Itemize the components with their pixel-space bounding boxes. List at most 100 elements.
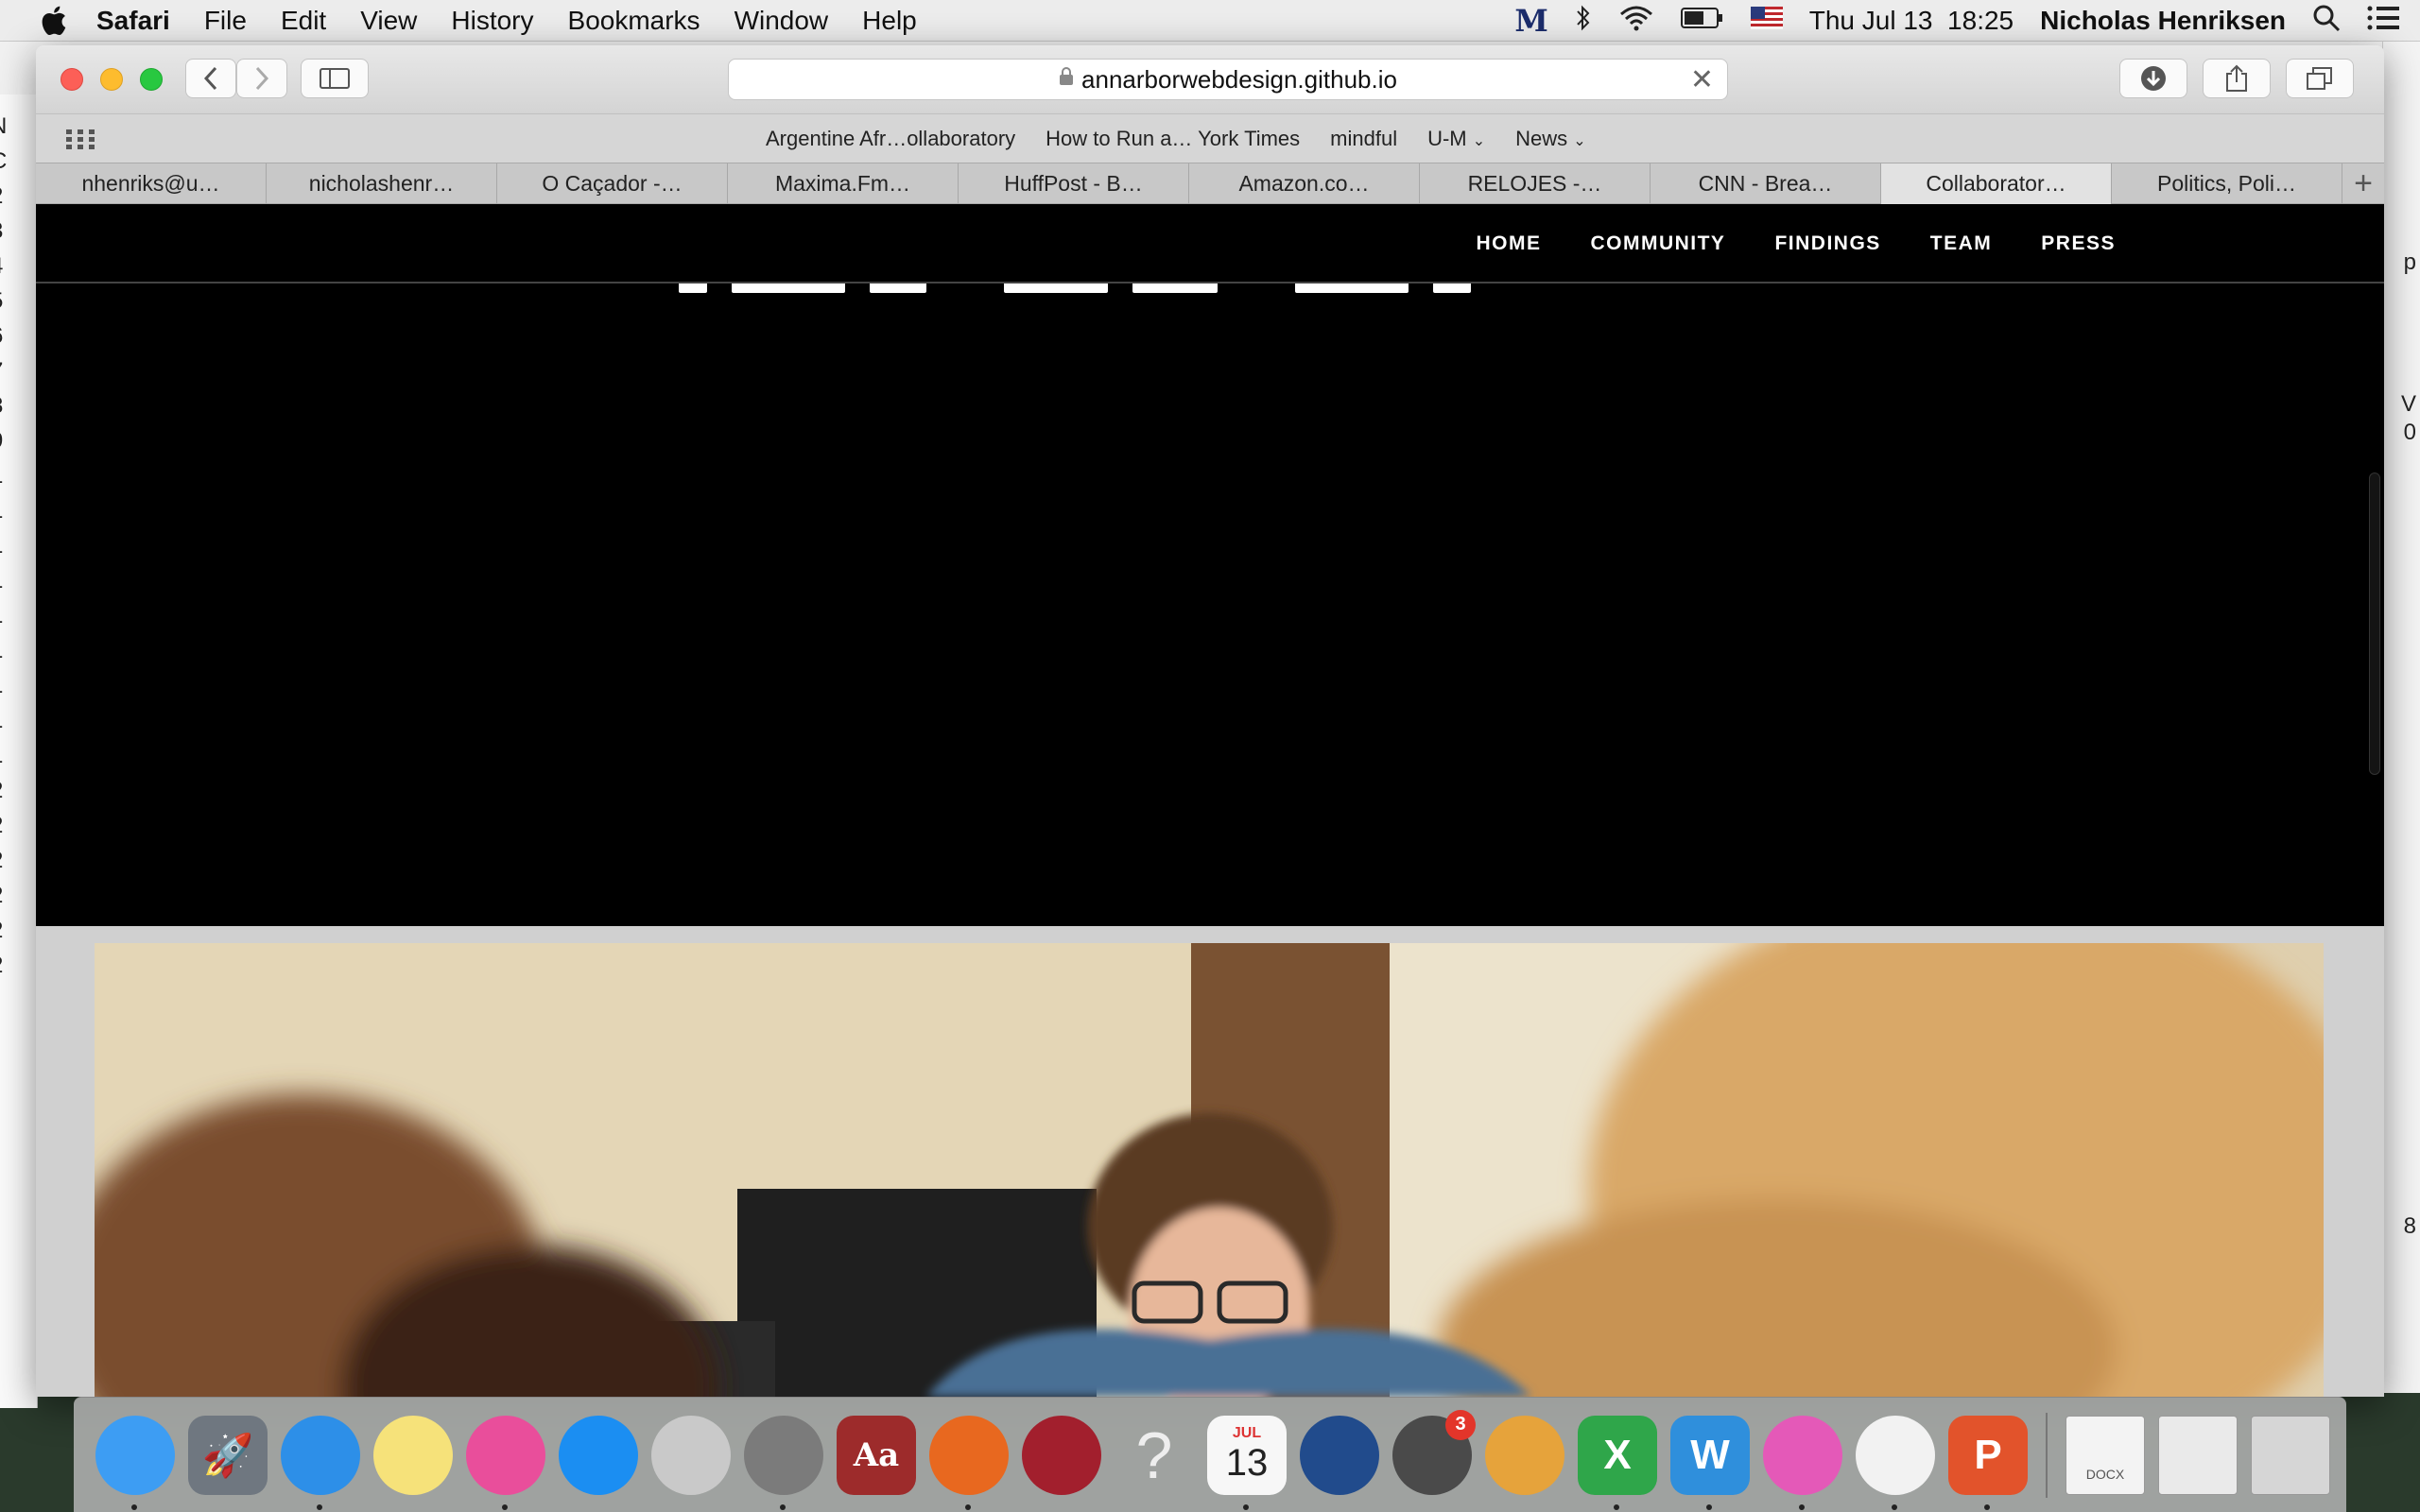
background-row-label: 1 <box>0 533 3 559</box>
chevron-left-icon <box>203 66 217 91</box>
calculator-icon[interactable] <box>651 1415 731 1495</box>
globe-app-icon[interactable] <box>1300 1415 1379 1495</box>
show-all-tabs-button[interactable] <box>2286 59 2354 98</box>
background-row-label: 1 <box>0 498 3 524</box>
background-window-right-edge: p V 0 8 <box>2382 42 2420 1393</box>
running-indicator <box>780 1503 786 1510</box>
spotlight-search-icon[interactable] <box>2312 4 2341 39</box>
bluetooth-icon[interactable] <box>1575 4 1592 39</box>
nav-press[interactable]: PRESS <box>2041 232 2116 255</box>
word-icon[interactable]: W <box>1670 1415 1750 1510</box>
background-row-label: N <box>0 113 7 140</box>
screenshot-folder-icon[interactable] <box>2158 1415 2238 1495</box>
launchpad-icon[interactable]: 🚀 <box>188 1415 268 1495</box>
nav-findings[interactable]: FINDINGS <box>1774 232 1880 255</box>
menu-file[interactable]: File <box>187 0 264 42</box>
menu-edit[interactable]: Edit <box>264 0 343 42</box>
docx-document-icon[interactable]: DOCX <box>2066 1415 2145 1495</box>
background-row-label: 2 <box>0 918 3 944</box>
safari-icon[interactable] <box>281 1415 360 1510</box>
share-button[interactable] <box>2203 59 2271 98</box>
tabs-overview-icon <box>2307 67 2332 90</box>
clock[interactable]: Thu Jul 13 18:25 <box>1809 6 2014 36</box>
help-icon[interactable]: ? <box>1115 1416 1194 1495</box>
acrobat-icon[interactable] <box>1856 1415 1935 1510</box>
window-minimize-button[interactable] <box>100 68 123 91</box>
browser-tab[interactable]: Maxima.Fm… <box>728 163 959 204</box>
top-sites-grid-icon[interactable] <box>66 128 95 157</box>
menu-history[interactable]: History <box>434 0 550 42</box>
favorite-folder-um[interactable]: U-M ⌄ <box>1427 127 1485 151</box>
nav-team[interactable]: TEAM <box>1930 232 1993 255</box>
browser-tab[interactable]: nicholashenr… <box>267 163 497 204</box>
jar-app-icon[interactable] <box>1485 1415 1564 1495</box>
browser-tab[interactable]: RELOJES -… <box>1420 163 1651 204</box>
browser-tab[interactable]: O Caçador -… <box>497 163 728 204</box>
menu-view[interactable]: View <box>343 0 434 42</box>
background-row-label: 4 <box>0 253 3 280</box>
favorite-link[interactable]: Argentine Afr…ollaboratory <box>766 127 1015 151</box>
finder-icon[interactable] <box>95 1415 175 1510</box>
browser-tab[interactable]: Amazon.co… <box>1189 163 1420 204</box>
browser-tab[interactable]: HuffPost - B… <box>959 163 1189 204</box>
tab-bar: nhenriks@u… nicholashenr… O Caçador -… M… <box>36 163 2384 204</box>
university-m-icon[interactable]: M <box>1514 3 1547 39</box>
tab-title: RELOJES -… <box>1467 171 1602 196</box>
background-row-label: 1 <box>0 463 3 490</box>
running-indicator <box>317 1503 322 1510</box>
window-close-button[interactable] <box>60 68 83 91</box>
user-name[interactable]: Nicholas Henriksen <box>2040 6 2286 36</box>
dock-separator <box>2046 1412 2048 1498</box>
address-bar[interactable]: annarborwebdesign.github.io ✕ <box>728 59 1728 100</box>
browser-tab[interactable]: nhenriks@u… <box>36 163 267 204</box>
wifi-icon[interactable] <box>1618 5 1654 38</box>
favorite-folder-news[interactable]: News ⌄ <box>1515 127 1586 151</box>
itunes-icon[interactable] <box>466 1415 545 1510</box>
window-zoom-button[interactable] <box>140 68 163 91</box>
firefox-icon[interactable] <box>929 1415 1009 1510</box>
safari-window: annarborwebdesign.github.io ✕ Argentine … <box>36 45 2384 1397</box>
downloads-button[interactable] <box>2119 59 2187 98</box>
nav-home[interactable]: HOME <box>1476 232 1541 255</box>
dictionary-icon[interactable]: Aa <box>837 1415 916 1495</box>
page-scrollbar[interactable] <box>2369 472 2380 775</box>
web-page: HOME COMMUNITY FINDINGS TEAM PRESS <box>36 204 2384 1397</box>
us-flag-icon[interactable] <box>1750 6 1783 36</box>
system-preferences-icon[interactable] <box>744 1415 823 1510</box>
running-indicator <box>1892 1503 1897 1510</box>
menu-bookmarks[interactable]: Bookmarks <box>551 0 717 42</box>
photo-booth-icon[interactable] <box>1022 1415 1101 1495</box>
calendar-day: 13 <box>1225 1442 1269 1484</box>
trash-icon[interactable] <box>2251 1415 2330 1495</box>
forward-button[interactable] <box>236 59 287 98</box>
back-button[interactable] <box>185 59 236 98</box>
notification-center-icon[interactable] <box>2367 5 2399 38</box>
nav-community[interactable]: COMMUNITY <box>1590 232 1725 255</box>
powerpoint-icon[interactable]: P <box>1948 1415 2028 1510</box>
battery-icon[interactable] <box>1680 6 1724 36</box>
app-store-icon[interactable] <box>559 1415 638 1495</box>
team-photo <box>95 943 2324 1397</box>
favorite-link[interactable]: mindful <box>1330 127 1397 151</box>
background-window-label: V <box>2400 391 2416 417</box>
menu-app-name[interactable]: Safari <box>79 0 187 42</box>
favorite-link[interactable]: How to Run a… York Times <box>1046 127 1300 151</box>
lock-icon <box>1059 67 1074 92</box>
apple-menu-icon[interactable] <box>26 0 79 42</box>
lips-app-icon[interactable] <box>1763 1415 1842 1510</box>
sidebar-button[interactable] <box>301 59 369 98</box>
browser-tab-active[interactable]: Collaborator… <box>1881 163 2112 204</box>
new-tab-button[interactable]: + <box>2342 163 2384 203</box>
calendar-icon[interactable]: JUL 13 <box>1207 1415 1287 1510</box>
mail-app-icon[interactable]: 3 <box>1392 1409 1476 1495</box>
notes-icon[interactable] <box>373 1415 453 1495</box>
menu-help[interactable]: Help <box>845 0 934 42</box>
url-text: annarborwebdesign.github.io <box>1081 64 1397 94</box>
browser-tab[interactable]: Politics, Poli… <box>2112 163 2342 204</box>
background-row-label: 2 <box>0 813 3 839</box>
menu-window[interactable]: Window <box>717 0 846 42</box>
running-indicator <box>1706 1503 1712 1510</box>
stop-loading-icon[interactable]: ✕ <box>1690 63 1714 96</box>
browser-tab[interactable]: CNN - Brea… <box>1651 163 1881 204</box>
excel-icon[interactable]: X <box>1578 1415 1657 1510</box>
